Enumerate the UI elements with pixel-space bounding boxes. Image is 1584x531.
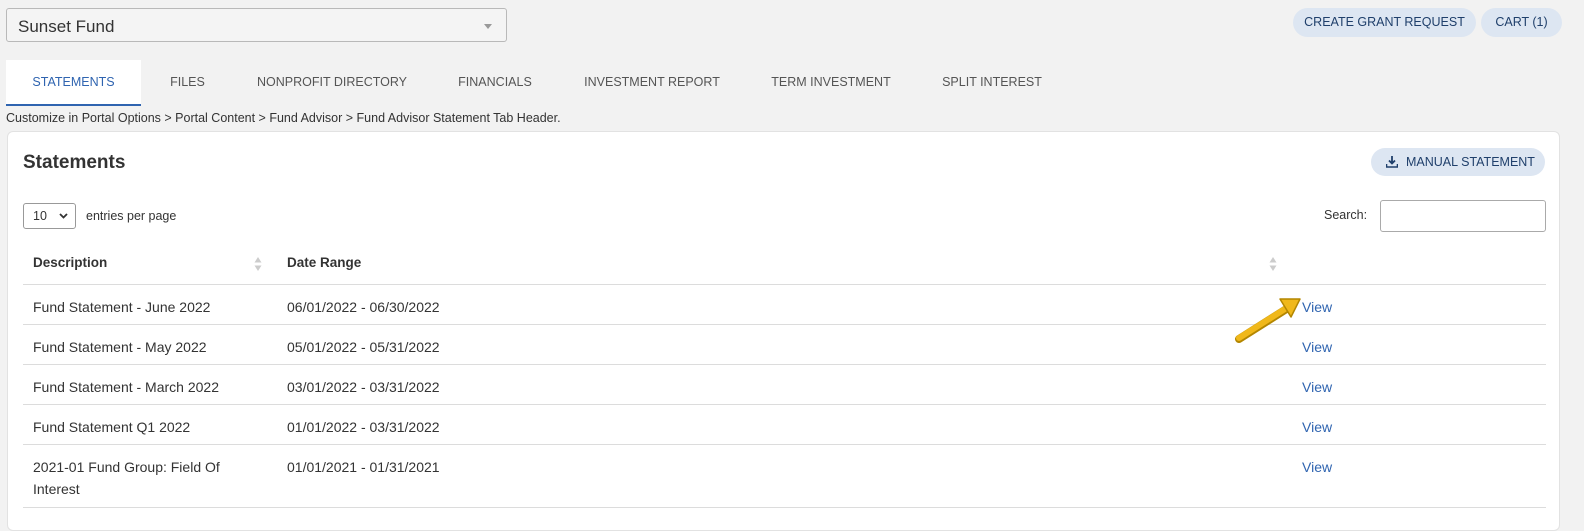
create-grant-request-button[interactable]: CREATE GRANT REQUEST — [1293, 8, 1476, 37]
view-link[interactable]: View — [1302, 336, 1332, 358]
row-date-range: 05/01/2022 - 05/31/2022 — [287, 339, 440, 355]
fund-select[interactable]: Sunset Fund — [6, 8, 507, 42]
view-link[interactable]: View — [1302, 416, 1332, 438]
entries-per-page-label: entries per page — [86, 209, 177, 223]
tab-split-interest[interactable]: SPLIT INTEREST — [926, 60, 1058, 106]
manual-statement-button[interactable]: MANUAL STATEMENT — [1371, 148, 1545, 176]
search-input[interactable] — [1380, 200, 1546, 232]
row-description: 2021-01 Fund Group: Field Of Interest — [33, 459, 220, 497]
statements-card: Statements MANUAL STATEMENT 10 entries p… — [7, 131, 1560, 531]
tab-files[interactable]: FILES — [149, 60, 226, 106]
customize-hint: Customize in Portal Options > Portal Con… — [6, 111, 561, 125]
tab-bar: STATEMENTS FILES NONPROFIT DIRECTORY FIN… — [6, 60, 1106, 106]
view-link[interactable]: View — [1302, 296, 1332, 318]
view-link[interactable]: View — [1302, 456, 1332, 478]
tab-nonprofit-directory[interactable]: NONPROFIT DIRECTORY — [246, 60, 418, 106]
row-date-range: 01/01/2021 - 01/31/2021 — [287, 459, 440, 475]
statements-title: Statements — [23, 152, 126, 173]
entries-per-page-select[interactable]: 10 — [23, 203, 76, 229]
row-date-range: 01/01/2022 - 03/31/2022 — [287, 419, 440, 435]
table-row: 2021-01 Fund Group: Field Of Interest 01… — [23, 444, 1546, 508]
row-description: Fund Statement - March 2022 — [33, 379, 219, 395]
cart-button[interactable]: CART (1) — [1481, 8, 1562, 37]
row-date-range: 06/01/2022 - 06/30/2022 — [287, 299, 440, 315]
manual-statement-label: MANUAL STATEMENT — [1406, 155, 1535, 169]
row-date-range: 03/01/2022 - 03/31/2022 — [287, 379, 440, 395]
sort-icon[interactable] — [1269, 256, 1277, 272]
download-icon — [1386, 156, 1398, 168]
view-link[interactable]: View — [1302, 376, 1332, 398]
row-description: Fund Statement - June 2022 — [33, 299, 211, 315]
row-description: Fund Statement - May 2022 — [33, 339, 207, 355]
tab-financials[interactable]: FINANCIALS — [440, 60, 550, 106]
table-row: Fund Statement Q1 2022 01/01/2022 - 03/3… — [23, 404, 1546, 445]
table-row: Fund Statement - June 2022 06/01/2022 - … — [23, 284, 1546, 325]
caret-down-icon — [484, 24, 492, 29]
tab-term-investment[interactable]: TERM INVESTMENT — [756, 60, 906, 106]
tab-investment-report[interactable]: INVESTMENT REPORT — [572, 60, 732, 106]
fund-select-value: Sunset Fund — [18, 17, 115, 36]
tab-statements[interactable]: STATEMENTS — [6, 60, 141, 106]
sort-icon[interactable] — [254, 256, 262, 272]
table-row: Fund Statement - May 2022 05/01/2022 - 0… — [23, 324, 1546, 365]
column-header-description[interactable]: Description — [33, 242, 107, 284]
arrow-annotation-icon — [1235, 298, 1301, 343]
row-description: Fund Statement Q1 2022 — [33, 419, 191, 435]
chevron-down-icon — [59, 213, 68, 219]
column-header-date-range[interactable]: Date Range — [287, 242, 361, 284]
table-row: Fund Statement - March 2022 03/01/2022 -… — [23, 364, 1546, 405]
entries-per-page-value: 10 — [33, 209, 47, 223]
search-label: Search: — [1324, 208, 1368, 222]
